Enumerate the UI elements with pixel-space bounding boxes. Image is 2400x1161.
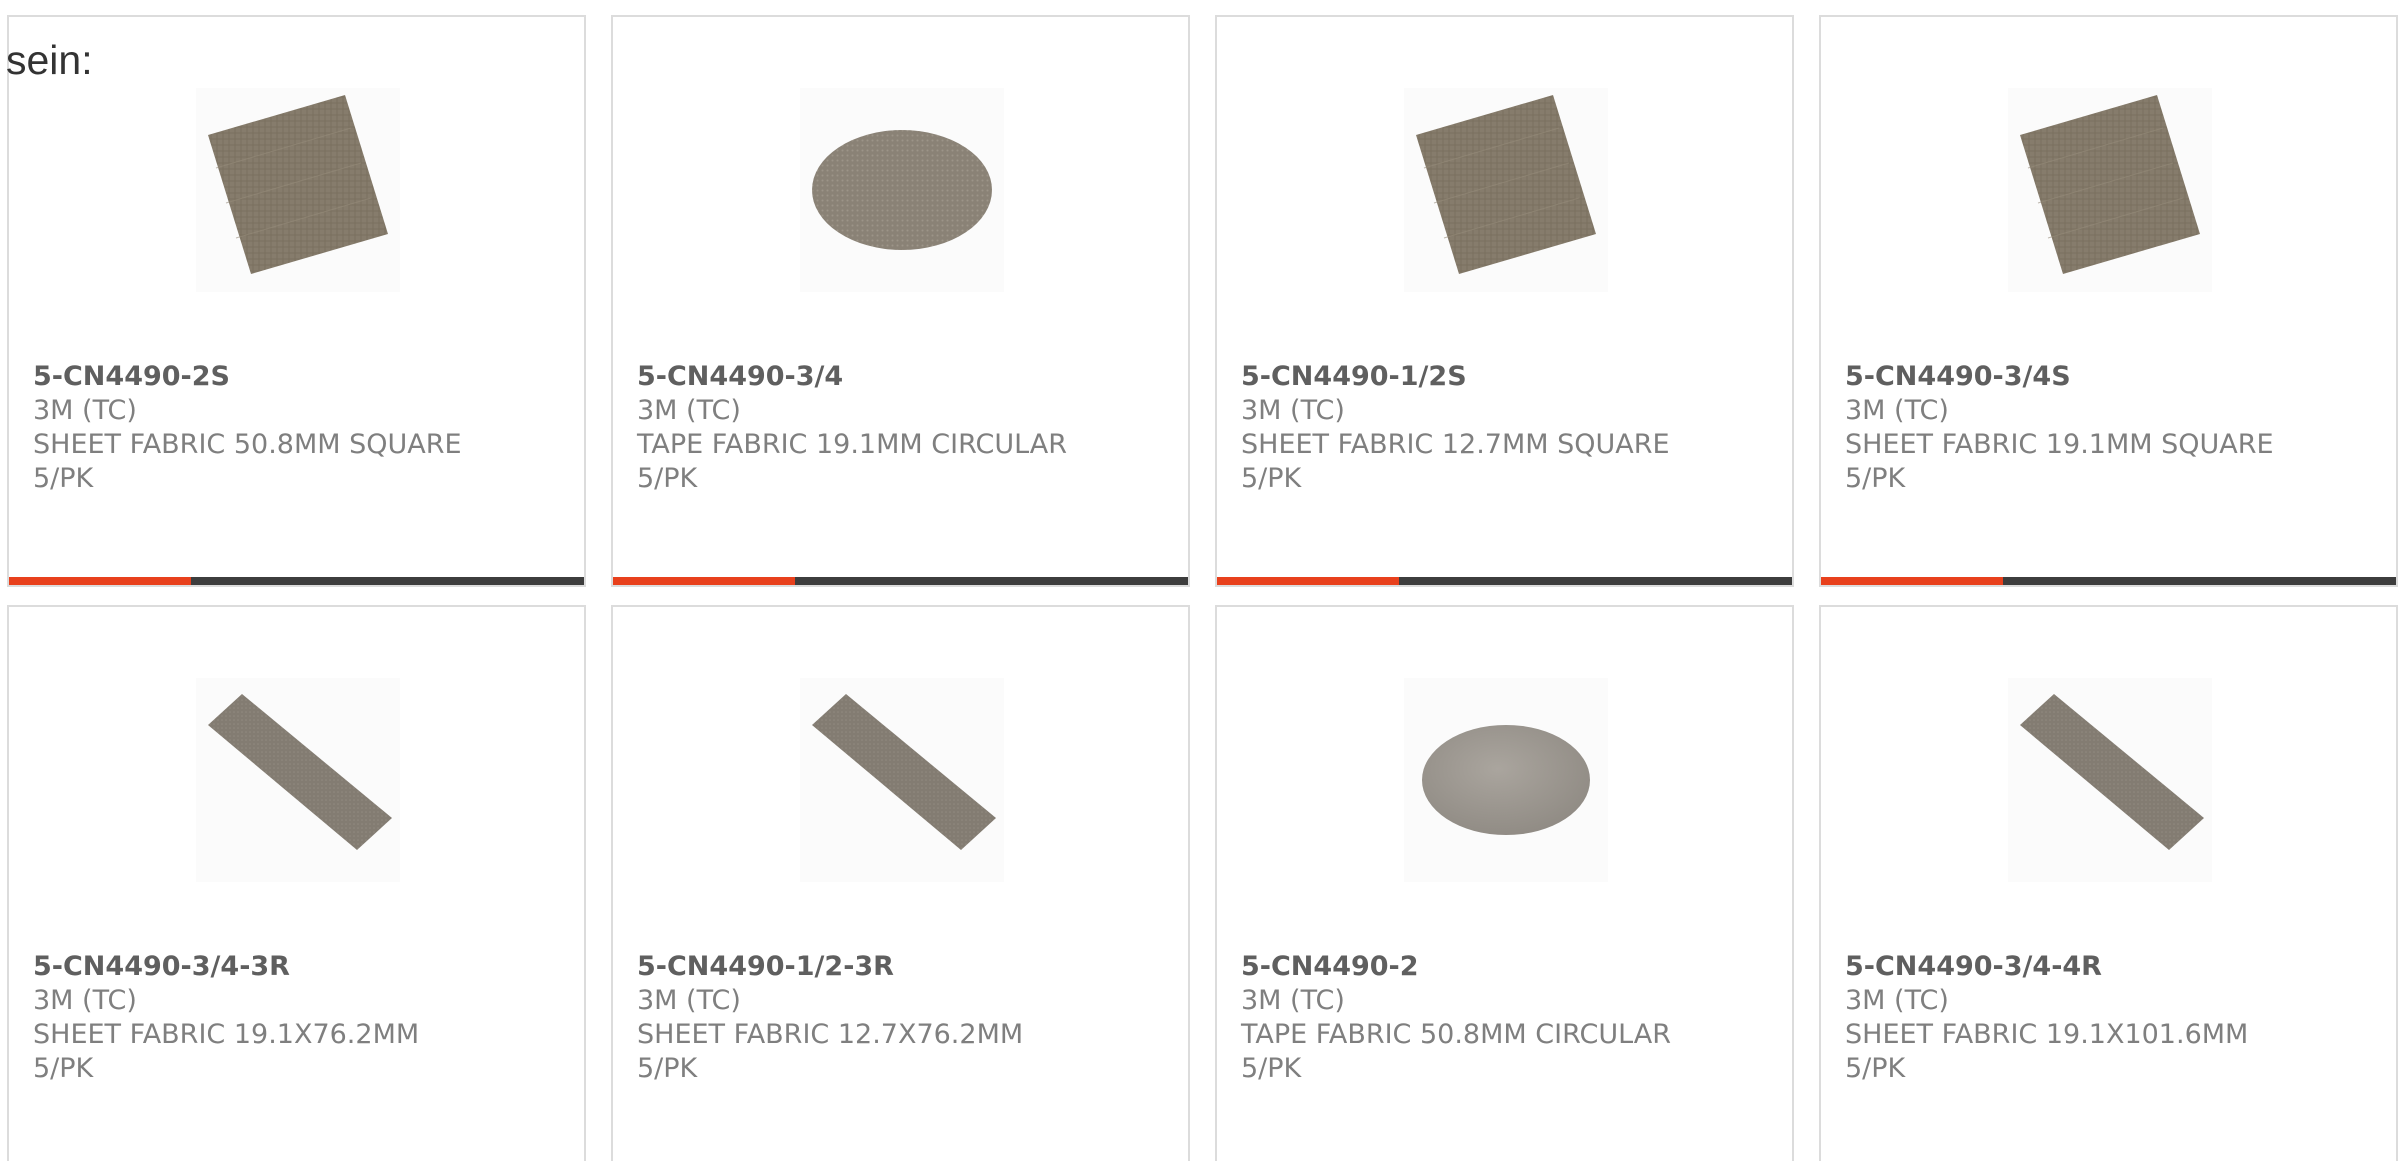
- accent-bar: [1217, 577, 1399, 585]
- product-image[interactable]: [2008, 678, 2212, 882]
- product-card[interactable]: 5-CN4490-3/4 3M (TC) TAPE FABRIC 19.1MM …: [611, 15, 1190, 587]
- part-number[interactable]: 5-CN4490-3/4-4R: [1845, 950, 2376, 984]
- description: SHEET FABRIC 12.7X76.2MM: [637, 1019, 1024, 1050]
- product-card[interactable]: 5-CN4490-1/2-3R 3M (TC) SHEET FABRIC 12.…: [611, 605, 1190, 1161]
- description: SHEET FABRIC 19.1X101.6MM: [1845, 1019, 2249, 1050]
- brand: 3M (TC): [637, 395, 741, 426]
- brand: 3M (TC): [637, 985, 741, 1016]
- brand: 3M (TC): [1241, 395, 1345, 426]
- product-card[interactable]: 5-CN4490-2S 3M (TC) SHEET FABRIC 50.8MM …: [7, 15, 586, 587]
- description: TAPE FABRIC 50.8MM CIRCULAR: [1241, 1019, 1672, 1050]
- part-number[interactable]: 5-CN4490-1/2S: [1241, 360, 1772, 394]
- description: SHEET FABRIC 19.1X76.2MM: [33, 1019, 420, 1050]
- circle-icon: [1422, 725, 1590, 835]
- accent-bar: [1821, 577, 2003, 585]
- part-number[interactable]: 5-CN4490-1/2-3R: [637, 950, 1168, 984]
- part-number[interactable]: 5-CN4490-3/4: [637, 360, 1168, 394]
- product-info: 5-CN4490-1/2S 3M (TC) SHEET FABRIC 12.7M…: [1241, 360, 1772, 496]
- brand: 3M (TC): [33, 985, 137, 1016]
- card-footer-bar: [9, 577, 584, 585]
- accent-bar: [9, 577, 191, 585]
- brand: 3M (TC): [1845, 985, 1949, 1016]
- circle-icon: [812, 130, 992, 250]
- product-grid: 5-CN4490-2S 3M (TC) SHEET FABRIC 50.8MM …: [0, 0, 2400, 1161]
- pack-size: 5/PK: [637, 463, 698, 494]
- part-number[interactable]: 5-CN4490-2: [1241, 950, 1772, 984]
- square-icon: [2020, 95, 2200, 274]
- description: SHEET FABRIC 19.1MM SQUARE: [1845, 429, 2274, 460]
- product-card[interactable]: 5-CN4490-1/2S 3M (TC) SHEET FABRIC 12.7M…: [1215, 15, 1794, 587]
- product-info: 5-CN4490-3/4S 3M (TC) SHEET FABRIC 19.1M…: [1845, 360, 2376, 496]
- part-number[interactable]: 5-CN4490-2S: [33, 360, 564, 394]
- product-info: 5-CN4490-2 3M (TC) TAPE FABRIC 50.8MM CI…: [1241, 950, 1772, 1086]
- pack-size: 5/PK: [33, 463, 94, 494]
- product-image[interactable]: [2008, 88, 2212, 292]
- product-card[interactable]: 5-CN4490-3/4S 3M (TC) SHEET FABRIC 19.1M…: [1819, 15, 2398, 587]
- brand: 3M (TC): [1845, 395, 1949, 426]
- card-footer-bar: [1217, 577, 1792, 585]
- product-info: 5-CN4490-2S 3M (TC) SHEET FABRIC 50.8MM …: [33, 360, 564, 496]
- description: TAPE FABRIC 19.1MM CIRCULAR: [637, 429, 1068, 460]
- accent-bar: [613, 577, 795, 585]
- product-card[interactable]: 5-CN4490-2 3M (TC) TAPE FABRIC 50.8MM CI…: [1215, 605, 1794, 1161]
- square-icon: [208, 95, 388, 274]
- product-info: 5-CN4490-1/2-3R 3M (TC) SHEET FABRIC 12.…: [637, 950, 1168, 1086]
- card-footer-bar: [613, 577, 1188, 585]
- product-image[interactable]: [1404, 678, 1608, 882]
- strip-icon: [812, 694, 996, 850]
- product-image[interactable]: [196, 678, 400, 882]
- strip-icon: [2020, 694, 2204, 850]
- pack-size: 5/PK: [1241, 1053, 1302, 1084]
- product-card[interactable]: 5-CN4490-3/4-3R 3M (TC) SHEET FABRIC 19.…: [7, 605, 586, 1161]
- brand: 3M (TC): [1241, 985, 1345, 1016]
- part-number[interactable]: 5-CN4490-3/4-3R: [33, 950, 564, 984]
- part-number[interactable]: 5-CN4490-3/4S: [1845, 360, 2376, 394]
- pack-size: 5/PK: [637, 1053, 698, 1084]
- product-image[interactable]: [800, 678, 1004, 882]
- description: SHEET FABRIC 12.7MM SQUARE: [1241, 429, 1670, 460]
- intro-text: sein:: [6, 37, 93, 83]
- square-icon: [1416, 95, 1596, 274]
- card-footer-bar: [1821, 577, 2396, 585]
- pack-size: 5/PK: [1845, 463, 1906, 494]
- brand: 3M (TC): [33, 395, 137, 426]
- pack-size: 5/PK: [1845, 1053, 1906, 1084]
- product-info: 5-CN4490-3/4 3M (TC) TAPE FABRIC 19.1MM …: [637, 360, 1168, 496]
- strip-icon: [208, 694, 392, 850]
- product-info: 5-CN4490-3/4-3R 3M (TC) SHEET FABRIC 19.…: [33, 950, 564, 1086]
- pack-size: 5/PK: [33, 1053, 94, 1084]
- description: SHEET FABRIC 50.8MM SQUARE: [33, 429, 462, 460]
- pack-size: 5/PK: [1241, 463, 1302, 494]
- product-image[interactable]: [1404, 88, 1608, 292]
- product-image[interactable]: [196, 88, 400, 292]
- product-info: 5-CN4490-3/4-4R 3M (TC) SHEET FABRIC 19.…: [1845, 950, 2376, 1086]
- product-card[interactable]: 5-CN4490-3/4-4R 3M (TC) SHEET FABRIC 19.…: [1819, 605, 2398, 1161]
- product-image[interactable]: [800, 88, 1004, 292]
